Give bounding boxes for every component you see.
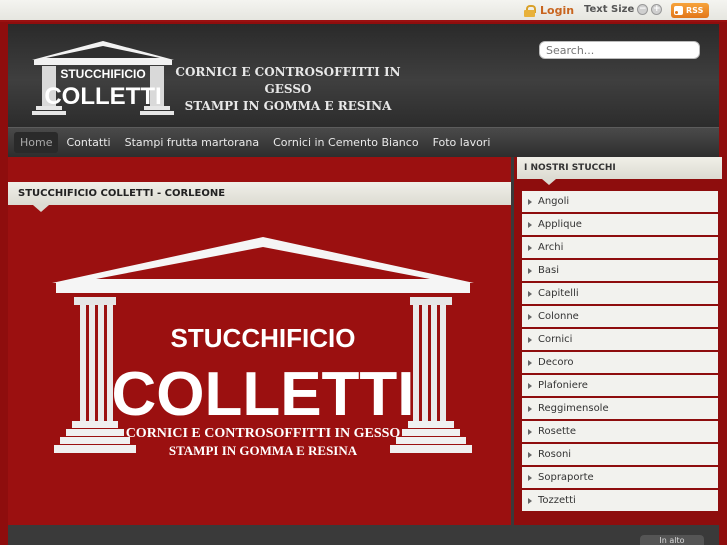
sidebar-item-decoro[interactable]: Decoro xyxy=(522,352,718,373)
arrow-bullet-icon xyxy=(528,336,532,343)
tagline-line-1: CORNICI E CONTROSOFFITTI IN GESSO xyxy=(175,65,401,96)
arrow-bullet-icon xyxy=(528,313,532,320)
arrow-bullet-icon xyxy=(528,267,532,274)
sidebar-item-tozzetti[interactable]: Tozzetti xyxy=(522,490,718,511)
sidebar-item-label: Basi xyxy=(538,265,559,276)
arrow-bullet-icon xyxy=(528,497,532,504)
sidebar-item-applique[interactable]: Applique xyxy=(522,214,718,235)
sidebar-item-rosette[interactable]: Rosette xyxy=(522,421,718,442)
nav-item-stampi-frutta-martorana[interactable]: Stampi frutta martorana xyxy=(119,132,266,153)
sidebar-item-label: Rosette xyxy=(538,426,576,437)
main-navigation: Home Contatti Stampi frutta martorana Co… xyxy=(8,127,719,157)
arrow-bullet-icon xyxy=(528,428,532,435)
article-title: STUCCHIFICIO COLLETTI - CORLEONE xyxy=(18,188,226,199)
text-size-label: Text Size xyxy=(584,4,635,15)
sidebar-item-angoli[interactable]: Angoli xyxy=(522,191,718,212)
sidebar-item-label: Angoli xyxy=(538,196,570,207)
sidebar-item-label: Cornici xyxy=(538,334,573,345)
main-content: STUCCHIFICIO COLLETTI - CORLEONE STUCCHI… xyxy=(8,157,511,525)
banner-bottom-text: COLLETTI xyxy=(111,360,414,429)
search-input[interactable] xyxy=(539,41,700,59)
site-logo[interactable]: STUCCHIFICIO COLLETTI xyxy=(30,38,176,118)
tagline-line-2: STAMPI IN GOMMA E RESINA xyxy=(184,99,392,113)
nav-item-foto-lavori[interactable]: Foto lavori xyxy=(427,132,497,153)
arrow-bullet-icon xyxy=(528,382,532,389)
sidebar-pointer xyxy=(542,179,556,185)
article-title-bar: STUCCHIFICIO COLLETTI - CORLEONE xyxy=(8,182,511,205)
nav-item-contatti[interactable]: Contatti xyxy=(60,132,116,153)
category-list: Angoli Applique Archi Basi Capitelli Col… xyxy=(522,191,718,513)
sidebar: I NOSTRI STUCCHI Angoli Applique Archi B… xyxy=(511,157,722,525)
login-label: Login xyxy=(540,4,575,17)
arrow-bullet-icon xyxy=(528,451,532,458)
sidebar-title: I NOSTRI STUCCHI xyxy=(524,163,616,173)
sidebar-header: I NOSTRI STUCCHI xyxy=(517,157,722,179)
sidebar-item-basi[interactable]: Basi xyxy=(522,260,718,281)
sidebar-item-label: Tozzetti xyxy=(538,495,576,506)
sidebar-item-label: Applique xyxy=(538,219,582,230)
lock-icon xyxy=(524,4,536,17)
sidebar-item-rosoni[interactable]: Rosoni xyxy=(522,444,718,465)
sidebar-item-colonne[interactable]: Colonne xyxy=(522,306,718,327)
back-to-top-link[interactable]: In alto xyxy=(640,535,704,545)
sidebar-item-capitelli[interactable]: Capitelli xyxy=(522,283,718,304)
sidebar-item-archi[interactable]: Archi xyxy=(522,237,718,258)
sidebar-item-label: Sopraporte xyxy=(538,472,594,483)
logo-bottom-text: COLLETTI xyxy=(44,83,161,110)
arrow-bullet-icon xyxy=(528,244,532,251)
rss-icon xyxy=(674,6,683,15)
decrease-text-size-button[interactable]: − xyxy=(637,4,649,15)
top-utility-bar: Login Text Size − + RSS xyxy=(0,0,727,22)
rss-label: RSS xyxy=(686,6,704,15)
arrow-bullet-icon xyxy=(528,198,532,205)
sidebar-item-label: Capitelli xyxy=(538,288,579,299)
header-tagline: CORNICI E CONTROSOFFITTI IN GESSO STAMPI… xyxy=(173,64,403,115)
banner-line-2: STAMPI IN GOMMA E RESINA xyxy=(169,443,358,458)
logo-top-text: STUCCHIFICIO xyxy=(60,67,145,81)
sidebar-item-cornici[interactable]: Cornici xyxy=(522,329,718,350)
sidebar-item-label: Rosoni xyxy=(538,449,572,460)
company-banner-image: STUCCHIFICIO COLLETTI CORNICI E CONTROSO… xyxy=(52,237,474,458)
arrow-bullet-icon xyxy=(528,405,532,412)
banner-line-1: CORNICI E CONTROSOFFITTI IN GESSO xyxy=(126,426,401,441)
arrow-bullet-icon xyxy=(528,359,532,366)
sidebar-item-sopraporte[interactable]: Sopraporte xyxy=(522,467,718,488)
sidebar-item-label: Reggimensole xyxy=(538,403,609,414)
arrow-bullet-icon xyxy=(528,474,532,481)
sidebar-item-label: Colonne xyxy=(538,311,579,322)
nav-item-home[interactable]: Home xyxy=(14,132,59,153)
banner-top-text: STUCCHIFICIO xyxy=(171,323,356,353)
nav-item-cornici-cemento-bianco[interactable]: Cornici in Cemento Bianco xyxy=(267,132,424,153)
sidebar-item-plafoniere[interactable]: Plafoniere xyxy=(522,375,718,396)
sidebar-item-reggimensole[interactable]: Reggimensole xyxy=(522,398,718,419)
sidebar-item-label: Plafoniere xyxy=(538,380,588,391)
increase-text-size-button[interactable]: + xyxy=(651,4,663,15)
rss-button[interactable]: RSS xyxy=(671,3,709,18)
sidebar-item-label: Decoro xyxy=(538,357,574,368)
title-pointer xyxy=(33,205,49,212)
text-size-control: Text Size − + xyxy=(584,4,663,15)
footer-strip: In alto xyxy=(8,525,719,545)
arrow-bullet-icon xyxy=(528,290,532,297)
site-header: STUCCHIFICIO COLLETTI CORNICI E CONTROSO… xyxy=(8,24,719,127)
arrow-bullet-icon xyxy=(528,221,532,228)
sidebar-item-label: Archi xyxy=(538,242,564,253)
login-link[interactable]: Login xyxy=(524,4,574,17)
